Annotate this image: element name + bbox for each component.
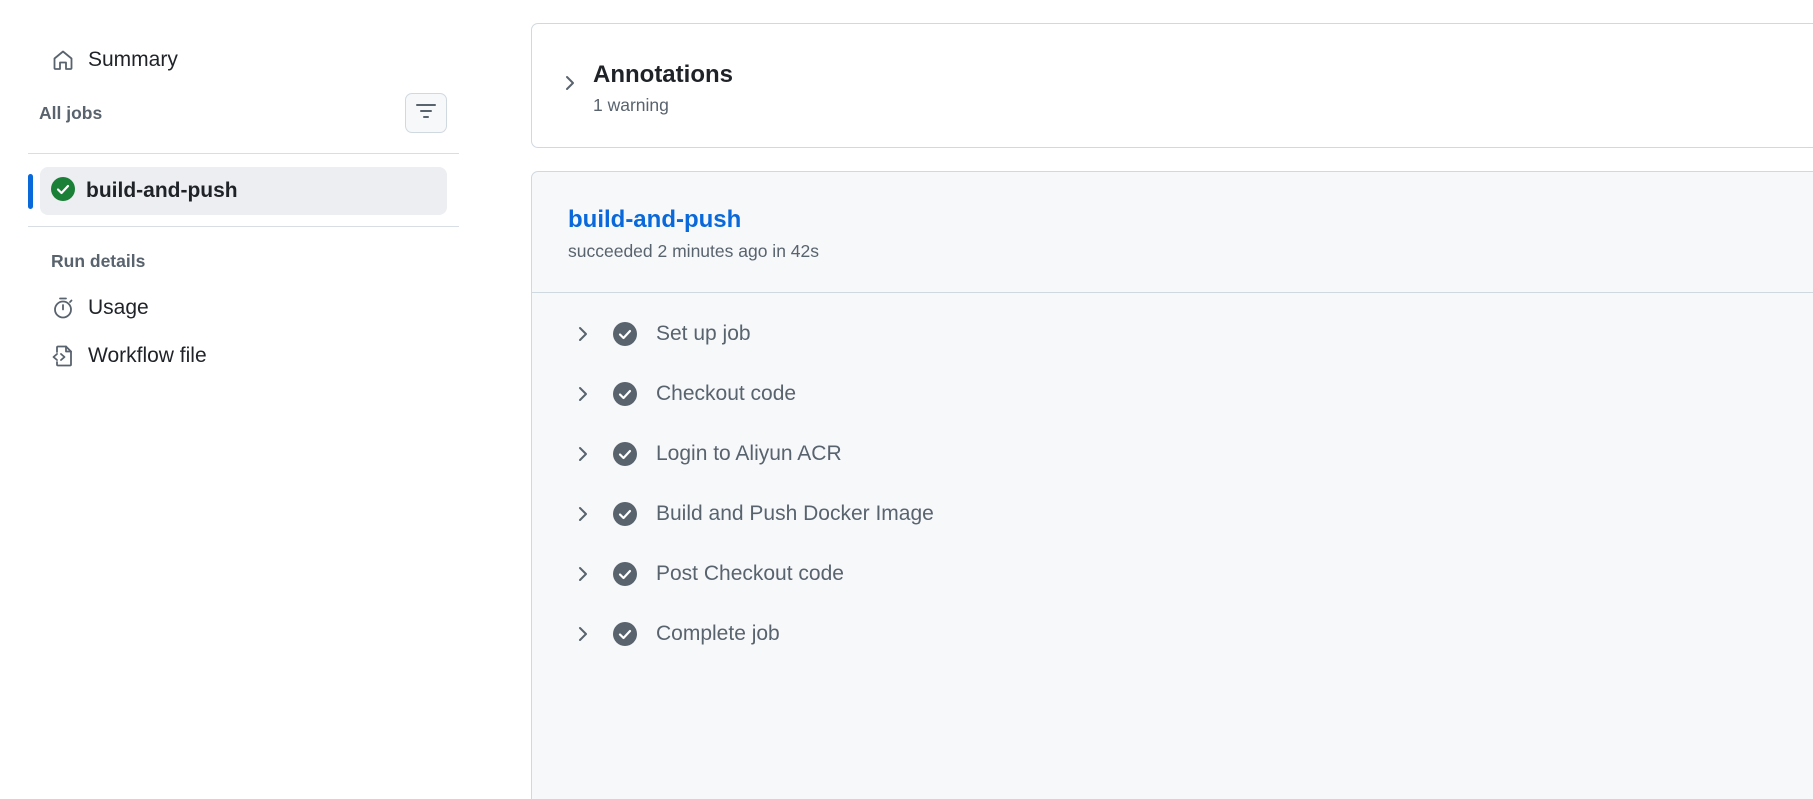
chevron-right-icon[interactable] [562,74,578,97]
usage-label: Usage [88,296,149,319]
annotations-title: Annotations [593,61,733,88]
stopwatch-icon [50,295,76,321]
sidebar-job-build-and-push[interactable]: build-and-push [40,167,447,215]
chevron-right-icon [574,445,592,463]
sidebar-item-workflow-file[interactable]: Workflow file [0,336,207,376]
job-card: build-and-push succeeded 2 minutes ago i… [531,171,1813,799]
chevron-right-icon [574,385,592,403]
workflow-file-label: Workflow file [88,344,207,367]
step-success-icon [613,502,637,526]
job-header: build-and-push succeeded 2 minutes ago i… [532,172,1813,293]
step-success-icon [613,442,637,466]
step-row[interactable]: Login to Aliyun ACR [532,428,1813,480]
divider [28,226,459,227]
success-check-icon [51,176,75,206]
step-label: Complete job [656,622,780,645]
step-label: Post Checkout code [656,562,844,585]
summary-label: Summary [88,48,178,71]
job-status-text: succeeded 2 minutes ago in 42s [568,241,819,261]
home-icon [50,47,76,73]
active-indicator [28,174,33,209]
step-label: Set up job [656,322,751,345]
sidebar: Summary All jobs build-and-push Run deta… [0,0,470,799]
chevron-right-icon [574,565,592,583]
step-label: Build and Push Docker Image [656,502,934,525]
divider [28,153,459,154]
step-success-icon [613,382,637,406]
step-success-icon [613,322,637,346]
annotations-card: Annotations 1 warning [531,23,1813,148]
chevron-right-icon [574,325,592,343]
page: Summary All jobs build-and-push Run deta… [0,0,1813,799]
filter-jobs-button[interactable] [405,93,447,133]
annotations-summary: 1 warning [593,95,669,115]
job-title-link[interactable]: build-and-push [568,206,741,234]
step-row[interactable]: Complete job [532,608,1813,660]
chevron-right-icon [574,505,592,523]
sidebar-item-summary[interactable]: Summary [0,40,178,80]
step-label: Checkout code [656,382,797,405]
step-row[interactable]: Post Checkout code [532,548,1813,600]
step-success-icon [613,622,637,646]
chevron-right-icon [574,625,592,643]
step-row[interactable]: Build and Push Docker Image [532,488,1813,540]
job-label: build-and-push [86,179,238,202]
step-row[interactable]: Set up job [532,308,1813,360]
step-label: Login to Aliyun ACR [656,442,842,465]
step-success-icon [613,562,637,586]
sidebar-item-usage[interactable]: Usage [0,288,149,328]
filter-icon [415,102,437,125]
file-code-icon [50,343,76,369]
all-jobs-heading: All jobs [39,103,103,123]
run-details-heading: Run details [51,251,146,271]
step-row[interactable]: Checkout code [532,368,1813,420]
